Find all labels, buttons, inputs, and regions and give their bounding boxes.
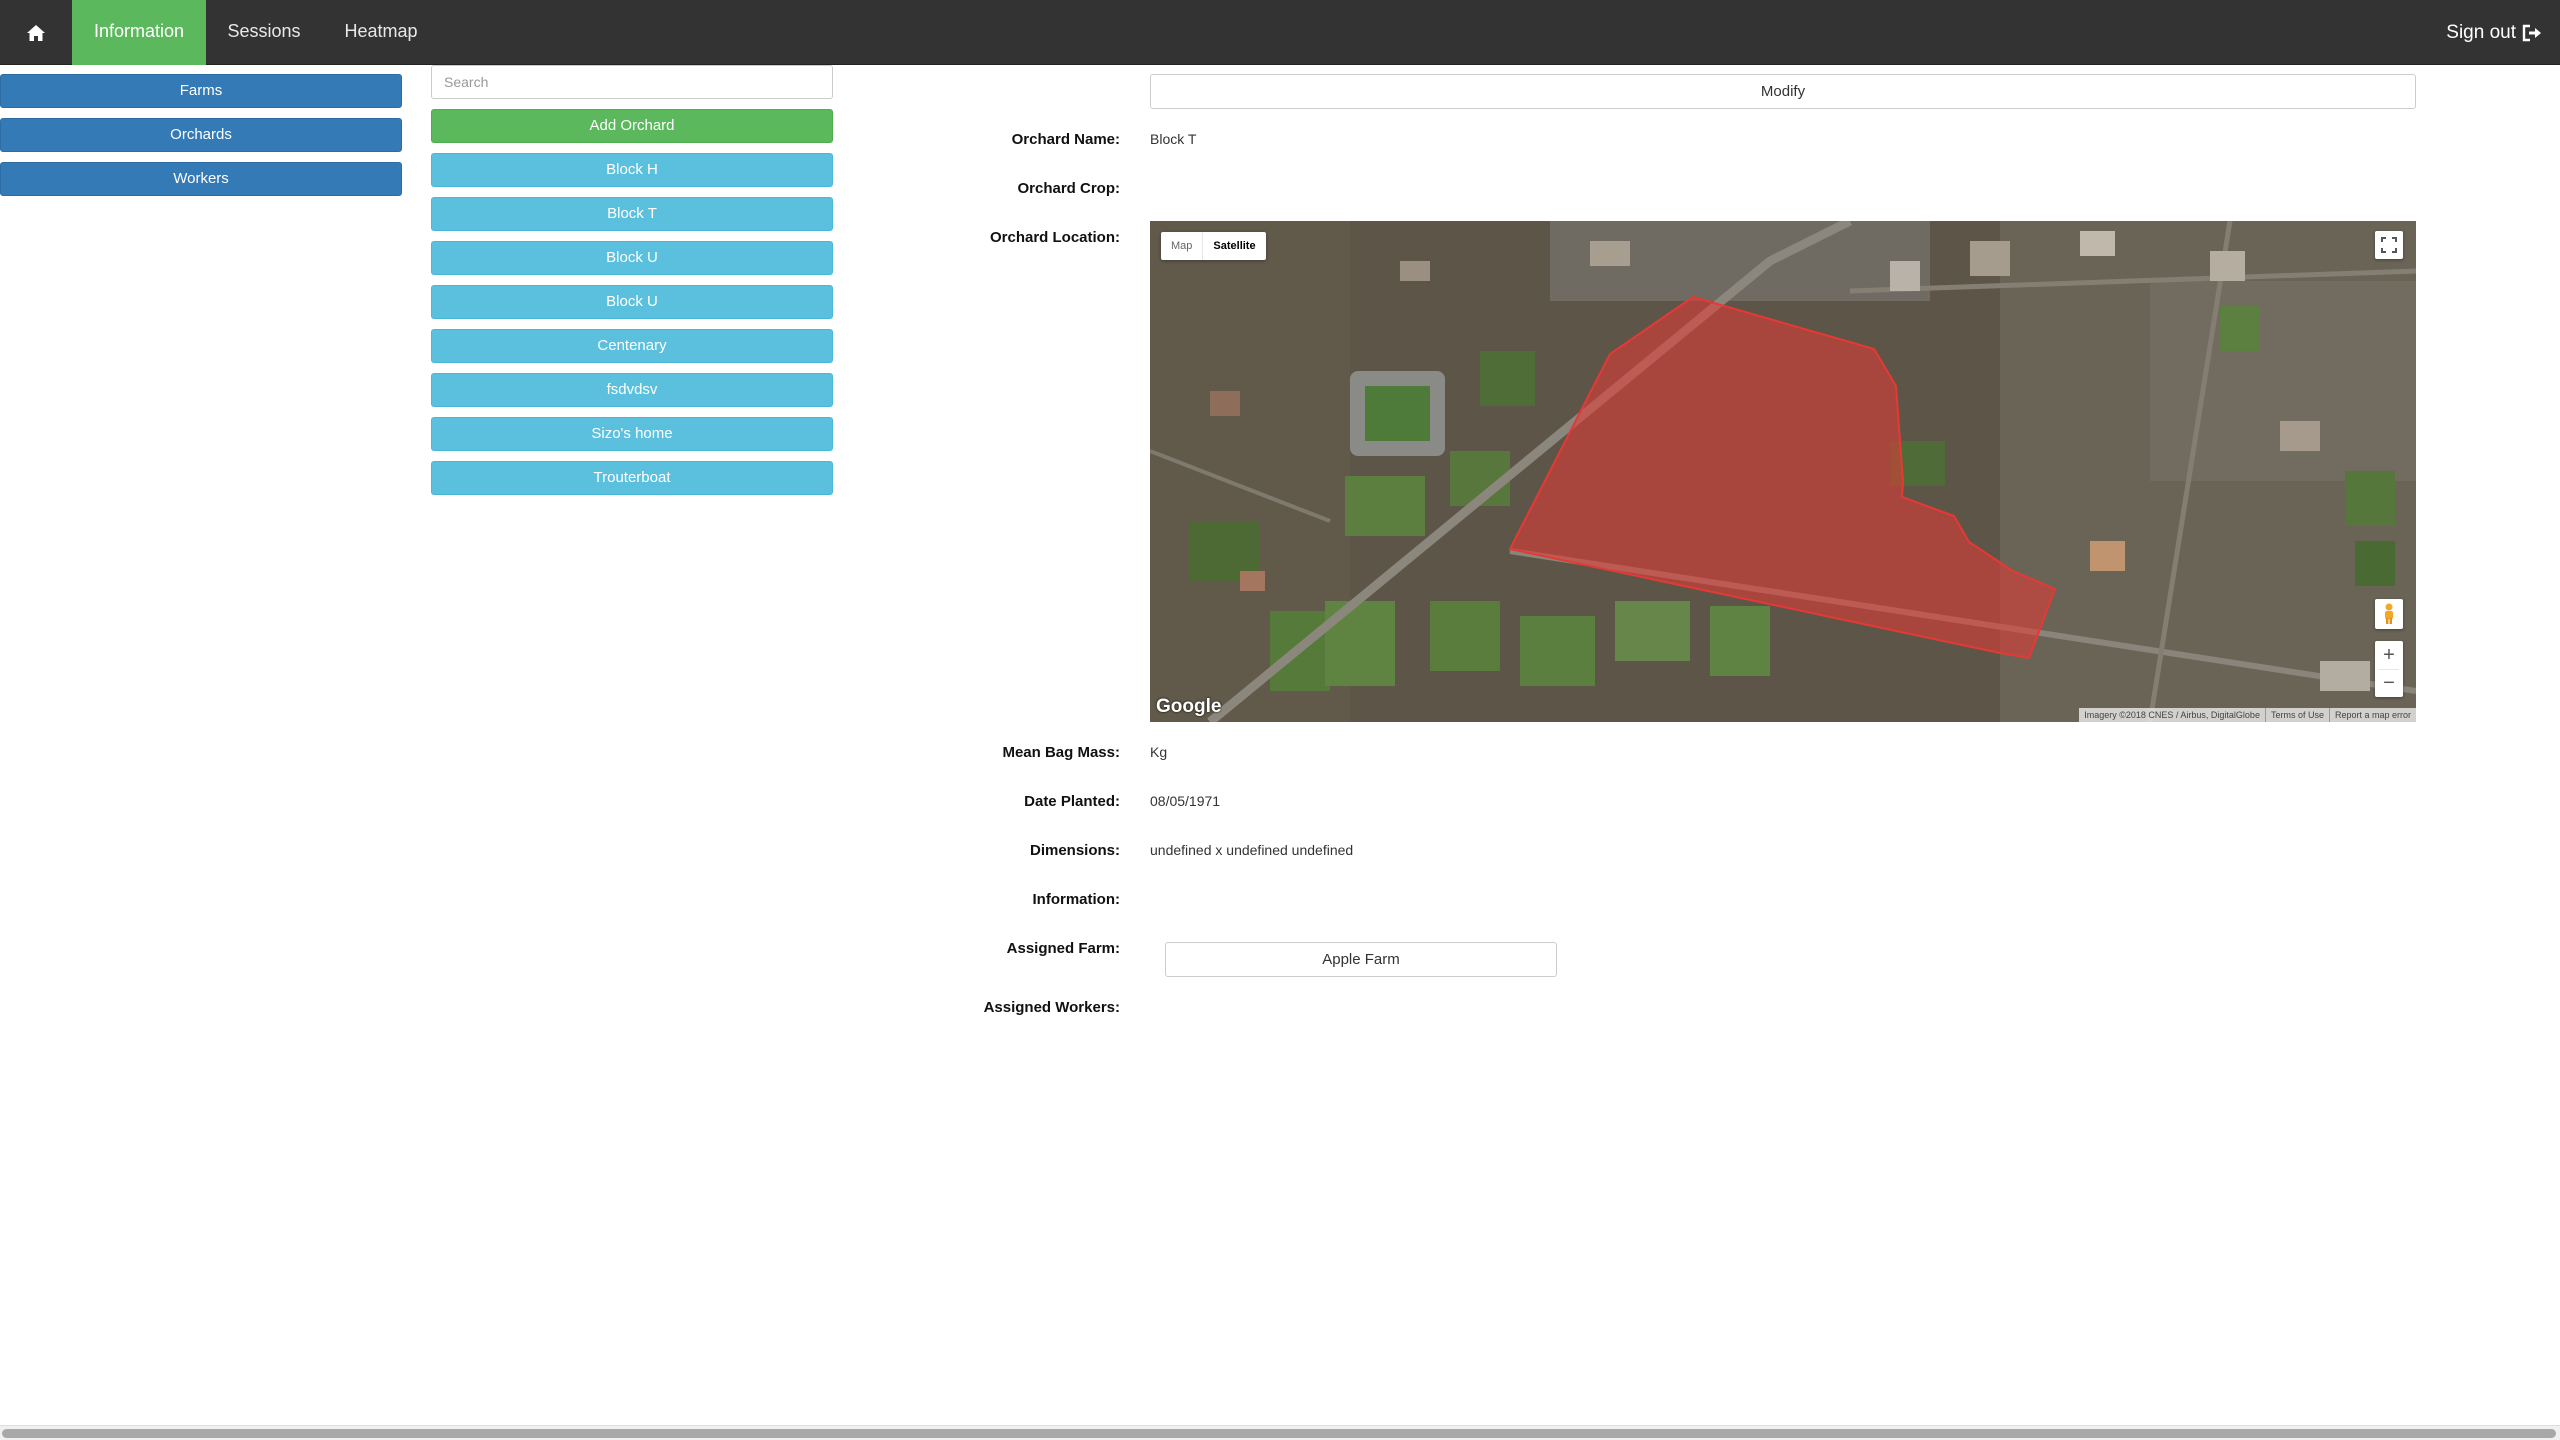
orchard-item[interactable]: Block T	[431, 197, 833, 231]
orchard-location-map[interactable]: Map Satellite + − Google Imagery ©2018 C…	[1150, 221, 2416, 722]
assigned-workers-label: Assigned Workers:	[983, 999, 1120, 1016]
top-navbar: Information Sessions Heatmap Sign out	[0, 0, 2560, 65]
date-planted-label: Date Planted:	[1024, 793, 1120, 810]
scrollbar-thumb[interactable]	[2, 1429, 2556, 1438]
google-logo: Google	[1156, 696, 1222, 717]
home-icon	[27, 24, 45, 41]
sidebar-item-workers[interactable]: Workers	[0, 162, 402, 196]
zoom-out-button[interactable]: −	[2379, 669, 2399, 697]
report-map-error-link[interactable]: Report a map error	[2328, 708, 2416, 722]
orchard-item[interactable]: fsdvdsv	[431, 373, 833, 407]
dimensions-value: undefined x undefined undefined	[1150, 842, 1354, 858]
orchard-crop-label: Orchard Crop:	[1017, 180, 1120, 197]
map-attribution-bar: Imagery ©2018 CNES / Airbus, DigitalGlob…	[2079, 708, 2416, 722]
assigned-farm-button[interactable]: Apple Farm	[1165, 942, 1557, 977]
map-type-toggle: Map Satellite	[1161, 232, 1266, 260]
sidebar-item-farms[interactable]: Farms	[0, 74, 402, 108]
sign-out-icon	[2522, 24, 2541, 41]
orchard-item[interactable]: Block H	[431, 153, 833, 187]
mean-bag-mass-label: Mean Bag Mass:	[1002, 744, 1120, 761]
satellite-imagery	[1150, 221, 2416, 722]
map-attribution: Imagery ©2018 CNES / Airbus, DigitalGlob…	[2084, 710, 2260, 720]
orchard-item[interactable]: Block U	[431, 241, 833, 275]
sign-out-label: Sign out	[2446, 21, 2516, 43]
orchard-item[interactable]: Trouterboat	[431, 461, 833, 495]
street-view-button[interactable]	[2375, 599, 2403, 629]
orchard-name-value: Block T	[1150, 131, 1197, 147]
fullscreen-icon	[2381, 237, 2397, 253]
sign-out-button[interactable]: Sign out	[2446, 0, 2542, 65]
assigned-farm-label: Assigned Farm:	[1006, 940, 1120, 957]
orchard-name-label: Orchard Name:	[1011, 131, 1120, 148]
sidebar-item-orchards[interactable]: Orchards	[0, 118, 402, 152]
zoom-control: + −	[2375, 641, 2403, 697]
map-type-satellite-button[interactable]: Satellite	[1202, 232, 1265, 260]
map-type-map-button[interactable]: Map	[1161, 232, 1202, 260]
orchard-location-label: Orchard Location:	[989, 229, 1120, 246]
search-input[interactable]	[431, 65, 833, 99]
fullscreen-button[interactable]	[2375, 231, 2403, 259]
modify-button[interactable]: Modify	[1150, 74, 2416, 109]
information-label: Information:	[1032, 891, 1121, 908]
tab-heatmap[interactable]: Heatmap	[322, 0, 440, 65]
tab-sessions[interactable]: Sessions	[206, 0, 322, 65]
zoom-in-button[interactable]: +	[2383, 641, 2395, 669]
mean-bag-mass-value: Kg	[1150, 744, 1168, 760]
orchard-item[interactable]: Sizo's home	[431, 417, 833, 451]
add-orchard-button[interactable]: Add Orchard	[431, 109, 833, 143]
date-planted-value: 08/05/1971	[1150, 793, 1221, 809]
orchard-list: Block H Block T Block U Block U Centenar…	[431, 153, 833, 505]
home-button[interactable]	[0, 0, 72, 65]
horizontal-scrollbar[interactable]	[0, 1425, 2560, 1440]
tab-information[interactable]: Information	[72, 0, 206, 65]
terms-link[interactable]: Terms of Use	[2264, 708, 2329, 722]
orchard-item[interactable]: Centenary	[431, 329, 833, 363]
pegman-icon	[2385, 603, 2393, 624]
orchard-item[interactable]: Block U	[431, 285, 833, 319]
dimensions-label: Dimensions:	[1029, 842, 1120, 859]
